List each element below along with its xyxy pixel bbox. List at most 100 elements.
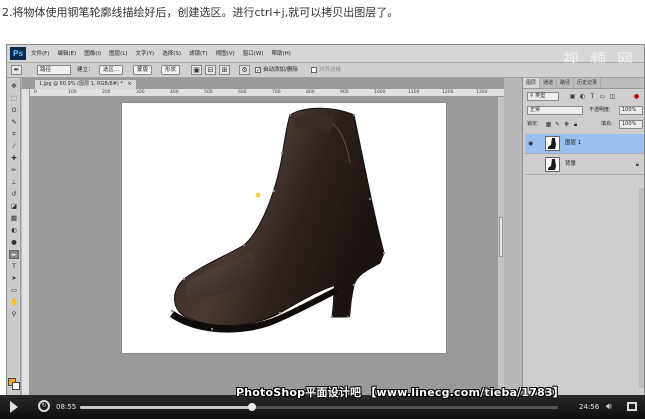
blend-mode-select[interactable]: 正常: [527, 106, 583, 115]
image-canvas[interactable]: [122, 103, 446, 353]
ruler-tick: 200: [102, 90, 111, 95]
layer-thumbnail: [545, 157, 560, 172]
menu-select[interactable]: 选择(S): [162, 48, 181, 60]
progress-track[interactable]: [80, 403, 558, 411]
ruler-tick: 600: [238, 90, 247, 95]
type-tool-icon[interactable]: T: [9, 262, 19, 271]
tab-paths[interactable]: 路径: [557, 78, 575, 88]
opacity-label: 不透明度:: [589, 107, 611, 113]
eraser-tool-icon[interactable]: ◪: [9, 202, 19, 211]
pen-tool-icon[interactable]: ✒: [11, 65, 22, 75]
document-tab[interactable]: 1.jpg @ 60.9% (图层 1, RGB/8#) * ×: [34, 79, 137, 89]
layer-name: 背景: [565, 161, 577, 167]
history-brush-icon[interactable]: ↺: [9, 190, 19, 199]
lock-position-icon[interactable]: ✥: [563, 121, 570, 128]
gradient-tool-icon[interactable]: ▦: [9, 214, 19, 223]
menu-view[interactable]: 视图(V): [216, 48, 235, 60]
menu-image[interactable]: 图像(I): [84, 48, 101, 60]
ruler-tick: 1100: [408, 90, 420, 95]
align-edges-checkbox[interactable]: [311, 67, 317, 73]
background-color-swatch[interactable]: [12, 382, 20, 390]
ruler-tick: 0: [34, 90, 37, 95]
fullscreen-icon[interactable]: [627, 402, 637, 411]
move-tool-icon[interactable]: ✥: [9, 82, 19, 91]
marquee-tool-icon[interactable]: ⬚: [9, 94, 19, 103]
filter-pixel-icon[interactable]: ▣: [569, 93, 576, 100]
zoom-tool-icon[interactable]: ⚲: [9, 310, 19, 319]
photoshop-window: Ps 文件(F) 编辑(E) 图像(I) 图层(L) 文字(Y) 选择(S) 滤…: [6, 44, 645, 419]
ruler-tick: 300: [136, 90, 145, 95]
menu-filter[interactable]: 滤镜(T): [189, 48, 208, 60]
brush-tool-icon[interactable]: ✏: [9, 166, 19, 175]
menu-items: 文件(F) 编辑(E) 图像(I) 图层(L) 文字(Y) 选择(S) 滤镜(T…: [31, 48, 291, 60]
tab-layers[interactable]: 图层: [523, 78, 541, 88]
layer-row-background[interactable]: 背景 🔒︎: [525, 155, 644, 175]
pen-mode-select[interactable]: 路径: [37, 65, 71, 75]
volume-icon[interactable]: 🔊︎: [606, 401, 612, 413]
menu-window[interactable]: 窗口(W): [243, 48, 264, 60]
make-shape-button[interactable]: 形状: [161, 65, 181, 75]
filter-type-icon[interactable]: T: [589, 93, 596, 100]
layer-filter-select[interactable]: ⚲ 类型: [527, 92, 559, 101]
lock-image-icon[interactable]: ✎: [554, 121, 561, 128]
eyedropper-tool-icon[interactable]: ⁄: [9, 142, 19, 151]
filter-smart-icon[interactable]: ◫: [609, 93, 616, 100]
layer-name: 图层 1: [565, 140, 582, 146]
path-align-icon[interactable]: ⊟: [205, 65, 216, 75]
make-mask-button[interactable]: 蒙版: [133, 65, 153, 75]
lock-icon: 🔒︎: [635, 161, 639, 168]
opacity-input[interactable]: 100%: [619, 106, 643, 115]
replay-icon[interactable]: ↻: [38, 400, 50, 412]
fill-input[interactable]: 100%: [619, 120, 643, 129]
tools-panel: ✥ ⬚ ʘ ✎ ⌗ ⁄ ✚ ✏ ⊥ ↺ ◪ ▦ ◐ ● ✒ T ➤ ▭ ✋ ⚲: [7, 78, 21, 418]
path-arrange-icon[interactable]: ⊞: [219, 65, 230, 75]
filter-shape-icon[interactable]: ▭: [599, 93, 606, 100]
photoshop-logo: Ps: [10, 47, 26, 60]
ruler-tick: 1000: [374, 90, 386, 95]
pen-tool-icon[interactable]: ✒: [9, 250, 19, 259]
dodge-tool-icon[interactable]: ●: [9, 238, 19, 247]
hand-tool-icon[interactable]: ✋: [9, 298, 19, 307]
tab-channels[interactable]: 通道: [540, 78, 558, 88]
scrollbar-thumb[interactable]: [499, 217, 503, 257]
auto-add-delete-checkbox[interactable]: ✓: [255, 67, 261, 74]
gear-icon[interactable]: ⚙: [239, 65, 250, 75]
tutorial-caption: 2.将物体使用钢笔轮廓线描绘好后，创建选区。进行ctrl+j,就可以拷贝出图层了…: [2, 6, 399, 19]
layer-thumbnail: [545, 136, 560, 151]
vertical-scrollbar[interactable]: [497, 97, 504, 402]
play-icon[interactable]: [10, 401, 18, 413]
ruler-tick: 800: [306, 90, 315, 95]
align-edges-label: 对齐边缘: [319, 67, 342, 73]
crop-tool-icon[interactable]: ⌗: [9, 130, 19, 139]
shape-tool-icon[interactable]: ▭: [9, 286, 19, 295]
quick-select-tool-icon[interactable]: ✎: [9, 118, 19, 127]
video-player-bar: PhotoShop平面设计吧 【www.linecg.com/tieba/178…: [0, 386, 645, 419]
eye-icon[interactable]: ◉: [528, 140, 533, 148]
menu-file[interactable]: 文件(F): [31, 48, 49, 60]
path-operations-icon[interactable]: ▣: [191, 65, 202, 75]
menu-layer[interactable]: 图层(L): [109, 48, 127, 60]
lock-all-icon[interactable]: 🔒︎: [572, 121, 579, 128]
healing-tool-icon[interactable]: ✚: [9, 154, 19, 163]
filter-adjust-icon[interactable]: ◐: [579, 93, 586, 100]
panel-scrollbar[interactable]: [639, 188, 644, 388]
lock-transparent-icon[interactable]: ▦: [545, 121, 552, 128]
tab-history[interactable]: 历史记录: [574, 78, 602, 88]
blur-tool-icon[interactable]: ◐: [9, 226, 19, 235]
stamp-tool-icon[interactable]: ⊥: [9, 178, 19, 187]
cursor-marker: [255, 192, 261, 198]
auto-add-delete-label: 自动添加/删除: [263, 67, 298, 73]
layers-panel: 图层 通道 路径 历史记录 ⚲ 类型 ▣ ◐ T ▭ ◫ ● 正常 不透明度: …: [522, 78, 644, 418]
progress-knob[interactable]: [248, 403, 257, 411]
path-select-tool-icon[interactable]: ➤: [9, 274, 19, 283]
horizontal-ruler: 0 100 200 300 400 500 600 700 800 900 10…: [30, 89, 504, 97]
menu-type[interactable]: 文字(Y): [136, 48, 155, 60]
layer-row-layer1[interactable]: ◉ 图层 1: [525, 134, 644, 154]
menu-edit[interactable]: 编辑(E): [57, 48, 76, 60]
lasso-tool-icon[interactable]: ʘ: [9, 106, 19, 115]
menu-help[interactable]: 帮助(H): [271, 48, 290, 60]
close-icon[interactable]: ×: [128, 81, 132, 87]
filter-toggle-icon[interactable]: ●: [633, 93, 640, 100]
make-selection-button[interactable]: 选区...: [99, 65, 124, 75]
progress-fill: [80, 406, 253, 409]
